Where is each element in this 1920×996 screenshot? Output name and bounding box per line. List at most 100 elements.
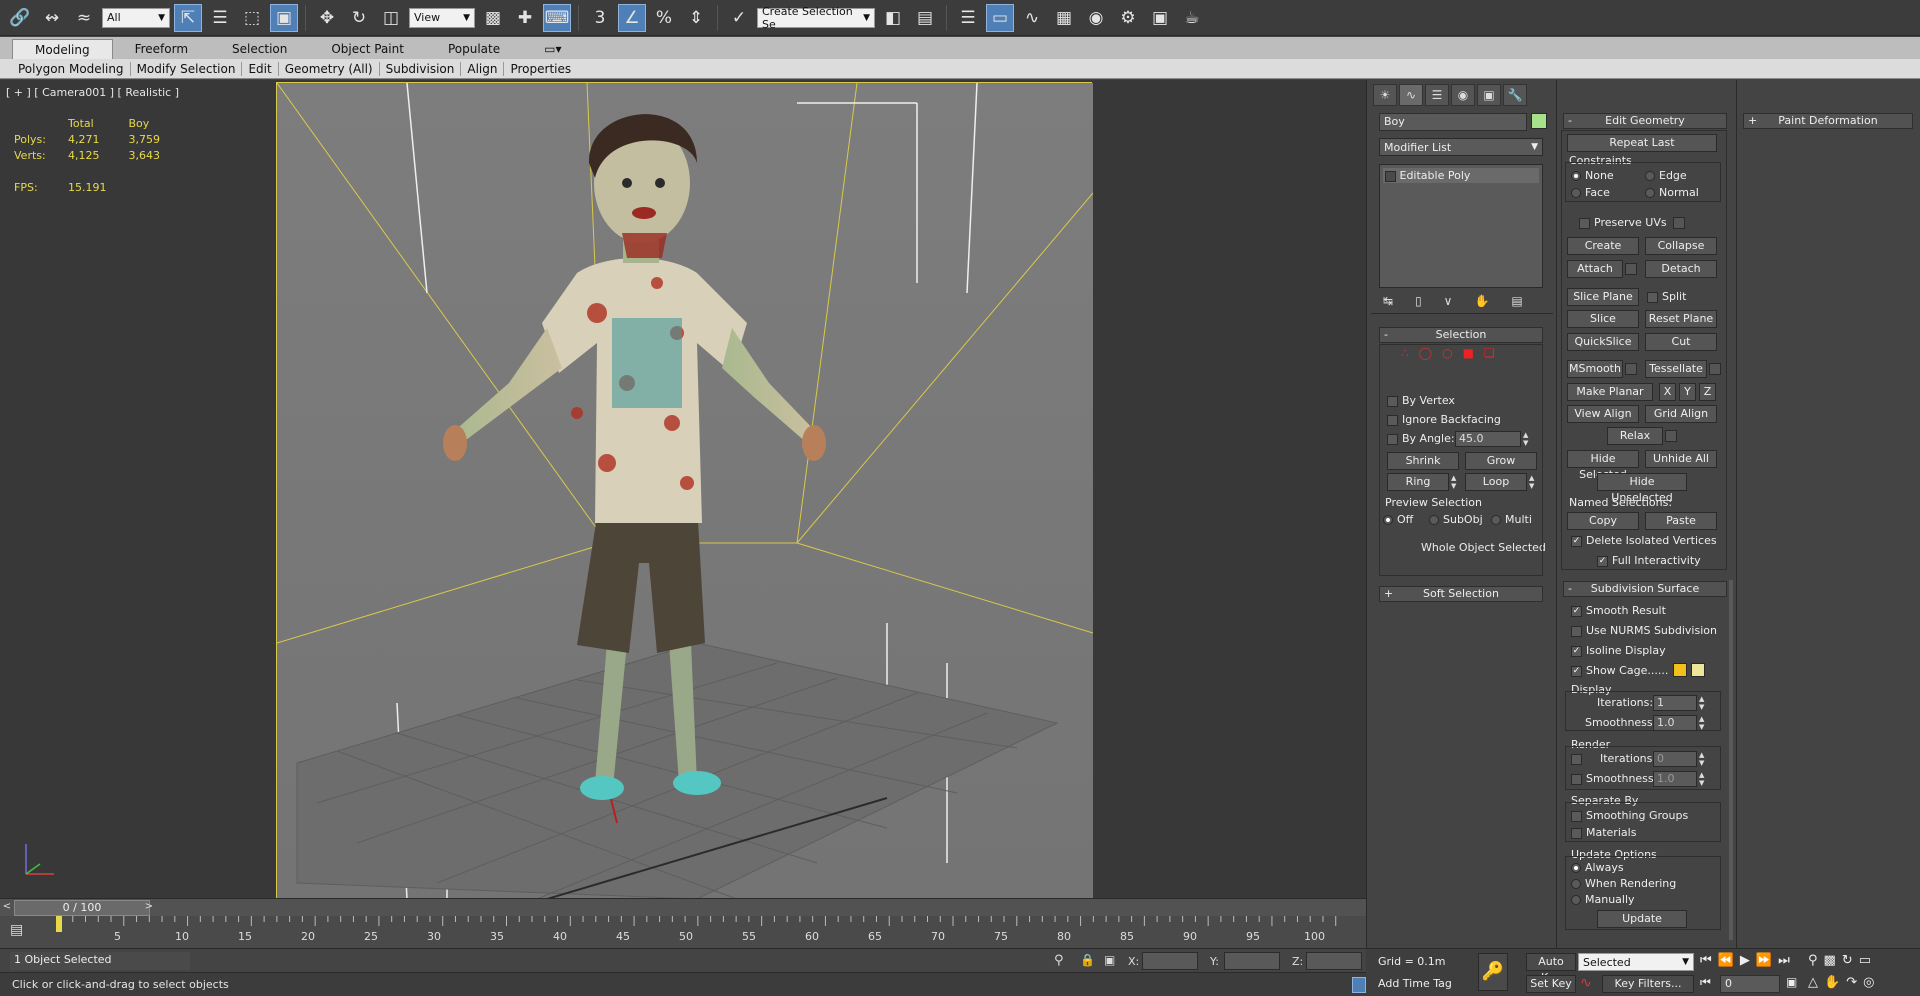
update-when-rendering-radio[interactable] — [1571, 879, 1581, 889]
show-end-result-icon[interactable]: ▯ — [1415, 294, 1422, 308]
scale-icon[interactable]: ◫ — [377, 4, 405, 32]
snaps-toggle-icon[interactable]: 3 — [586, 4, 614, 32]
walk-icon[interactable]: ↷ — [1846, 975, 1857, 990]
percent-snap-icon[interactable]: % — [650, 4, 678, 32]
rotate-icon[interactable]: ↻ — [345, 4, 373, 32]
ribbon-panel-geometry[interactable]: Geometry (All) — [279, 61, 380, 76]
ribbon-tab-modeling[interactable]: Modeling — [12, 39, 113, 59]
edit-geometry-rollout-header[interactable]: - Edit Geometry — [1563, 113, 1727, 129]
time-slider-next-icon[interactable]: > — [142, 901, 156, 915]
auto-key-button[interactable]: Auto Key — [1526, 953, 1576, 984]
materials-option[interactable]: Materials — [1571, 826, 1636, 839]
display-smoothness-spinner[interactable]: 1.0 — [1653, 715, 1697, 731]
use-nurms-checkbox[interactable] — [1571, 625, 1582, 637]
prev-frame-icon[interactable]: ⏪ — [1718, 953, 1734, 968]
ribbon-panel-align[interactable]: Align — [461, 61, 505, 76]
field-of-view-icon[interactable]: △ — [1808, 975, 1818, 990]
rect-selection-icon[interactable]: ⬚ — [238, 4, 266, 32]
angle-snap-icon[interactable]: ∠ — [618, 3, 646, 32]
smoothing-groups-checkbox[interactable] — [1571, 810, 1582, 822]
orbit-camera-icon[interactable]: ◎ — [1863, 975, 1874, 990]
render-iterations-option[interactable]: Iterations: — [1571, 752, 1656, 765]
update-manually-option[interactable]: Manually — [1571, 893, 1635, 906]
display-iterations-spinner[interactable]: 1 — [1653, 695, 1697, 711]
key-curve-icon[interactable]: ∿ — [1580, 975, 1592, 991]
smoothing-groups-option[interactable]: Smoothing Groups — [1571, 809, 1688, 822]
zoom-icon[interactable]: ⚲ — [1808, 953, 1818, 968]
window-crossing-icon[interactable]: ▣ — [270, 3, 298, 32]
object-name-field[interactable]: Boy — [1379, 113, 1527, 131]
update-manually-radio[interactable] — [1571, 895, 1581, 905]
cage-color-swatch-1[interactable] — [1673, 663, 1687, 677]
make-unique-icon[interactable]: ∨ — [1444, 294, 1453, 308]
zoom-all-icon[interactable]: ▩ — [1824, 953, 1836, 968]
render-iterations-checkbox[interactable] — [1571, 753, 1582, 765]
display-iterations-arrows[interactable]: ▲ ▼ — [1699, 695, 1707, 711]
render-smoothness-option[interactable]: Smoothness: — [1571, 772, 1657, 785]
isoline-display-option[interactable]: ✓ Isoline Display — [1571, 644, 1666, 657]
ribbon-panel-subdivision[interactable]: Subdivision — [380, 61, 462, 76]
x-coordinate-field[interactable] — [1142, 952, 1198, 970]
edit-named-selection-icon[interactable]: ✓ — [725, 4, 753, 32]
key-mode-icon[interactable]: ⏮ — [1700, 975, 1711, 990]
current-frame-field[interactable]: 0 — [1720, 975, 1780, 993]
update-when-rendering-option[interactable]: When Rendering — [1571, 877, 1676, 890]
show-cage-checkbox[interactable]: ✓ — [1571, 665, 1582, 677]
y-coordinate-field[interactable] — [1224, 952, 1280, 970]
motion-tab-icon[interactable]: ◉ — [1451, 84, 1475, 106]
mini-curve-editor-icon[interactable]: ▤ — [10, 922, 36, 940]
play-icon[interactable]: ▶ — [1740, 953, 1750, 968]
track-bar[interactable]: ▤ 5 10 15 20 25 30 35 40 45 50 55 60 65 … — [0, 916, 1366, 948]
paint-deformation-rollout-header[interactable]: + Paint Deformation — [1743, 113, 1913, 129]
ribbon-tab-populate[interactable]: Populate — [426, 39, 522, 59]
named-selection-dropdown[interactable]: Create Selection Se ▼ — [757, 5, 875, 31]
ribbon-panel-properties[interactable]: Properties — [504, 62, 577, 76]
update-button[interactable]: Update — [1597, 910, 1687, 928]
time-config-icon[interactable]: ▣ — [1786, 975, 1797, 989]
viewport-label[interactable]: [ + ] [ Camera001 ] [ Realistic ] — [6, 86, 179, 99]
ribbon-panel-polygon-modeling[interactable]: Polygon Modeling — [12, 61, 131, 76]
link-icon[interactable]: 🔗 — [6, 4, 34, 32]
selection-filter-dropdown[interactable]: All ▼ — [102, 7, 170, 28]
render-smoothness-checkbox[interactable] — [1571, 773, 1582, 785]
materials-checkbox[interactable] — [1571, 827, 1582, 839]
remove-modifier-icon[interactable]: ✋ — [1474, 294, 1489, 308]
mirror-icon[interactable]: ◧ — [879, 4, 907, 32]
isolate-toggle-icon[interactable] — [1352, 977, 1366, 993]
pivot-center-icon[interactable]: ▩ — [479, 4, 507, 32]
time-slider[interactable]: < 0 / 100 > — [0, 898, 1366, 916]
render-setup-icon[interactable]: ⚙ — [1114, 4, 1142, 32]
soft-selection-rollout-header[interactable]: + Soft Selection — [1379, 586, 1543, 602]
move-icon[interactable]: ✥ — [313, 4, 341, 32]
z-coordinate-field[interactable] — [1306, 952, 1362, 970]
camera-viewport[interactable]: [ + ] [ Camera001 ] [ Realistic ] Total B… — [0, 80, 1366, 898]
ribbon-panel-modify-selection[interactable]: Modify Selection — [131, 61, 243, 76]
pin-stack-icon[interactable]: ↹ — [1383, 294, 1393, 308]
maximize-viewport-icon[interactable]: ▭ — [1859, 953, 1871, 968]
rendered-frame-icon[interactable]: ▣ — [1146, 4, 1174, 32]
reference-coord-dropdown[interactable]: View ▼ — [409, 7, 475, 28]
add-time-tag-button[interactable]: Add Time Tag — [1378, 977, 1452, 990]
show-cage-option[interactable]: ✓ Show Cage...... — [1571, 664, 1668, 677]
display-tab-icon[interactable]: ▣ — [1477, 84, 1501, 106]
panel-scrollbar[interactable] — [1729, 580, 1733, 940]
pan-icon[interactable]: ✋ — [1824, 975, 1840, 990]
cage-color-swatch-2[interactable] — [1691, 663, 1705, 677]
ribbon-panel-edit[interactable]: Edit — [242, 61, 279, 76]
hierarchy-tab-icon[interactable]: ☰ — [1425, 84, 1449, 106]
key-filters-button[interactable]: Key Filters... — [1602, 975, 1694, 993]
ribbon-tab-object-paint[interactable]: Object Paint — [309, 39, 426, 59]
time-slider-thumb[interactable]: 0 / 100 — [14, 900, 150, 916]
isolate-icon[interactable]: ⚲ — [1054, 953, 1064, 968]
ribbon-toggle-icon[interactable]: ▭ — [986, 3, 1014, 32]
smooth-result-checkbox[interactable]: ✓ — [1571, 605, 1582, 617]
next-frame-icon[interactable]: ⏩ — [1756, 953, 1772, 968]
spinner-snap-icon[interactable]: ⇕ — [682, 4, 710, 32]
modifier-stack[interactable]: Editable Poly — [1379, 164, 1543, 288]
keyboard-shortcut-icon[interactable]: ⌨ — [543, 3, 571, 32]
use-nurms-option[interactable]: Use NURMS Subdivision — [1571, 624, 1717, 637]
schematic-view-icon[interactable]: ▦ — [1050, 4, 1078, 32]
render-iterations-spinner[interactable]: 0 — [1653, 751, 1697, 767]
modify-tab-icon[interactable]: ∿ — [1399, 84, 1423, 106]
align-icon[interactable]: ▤ — [911, 4, 939, 32]
